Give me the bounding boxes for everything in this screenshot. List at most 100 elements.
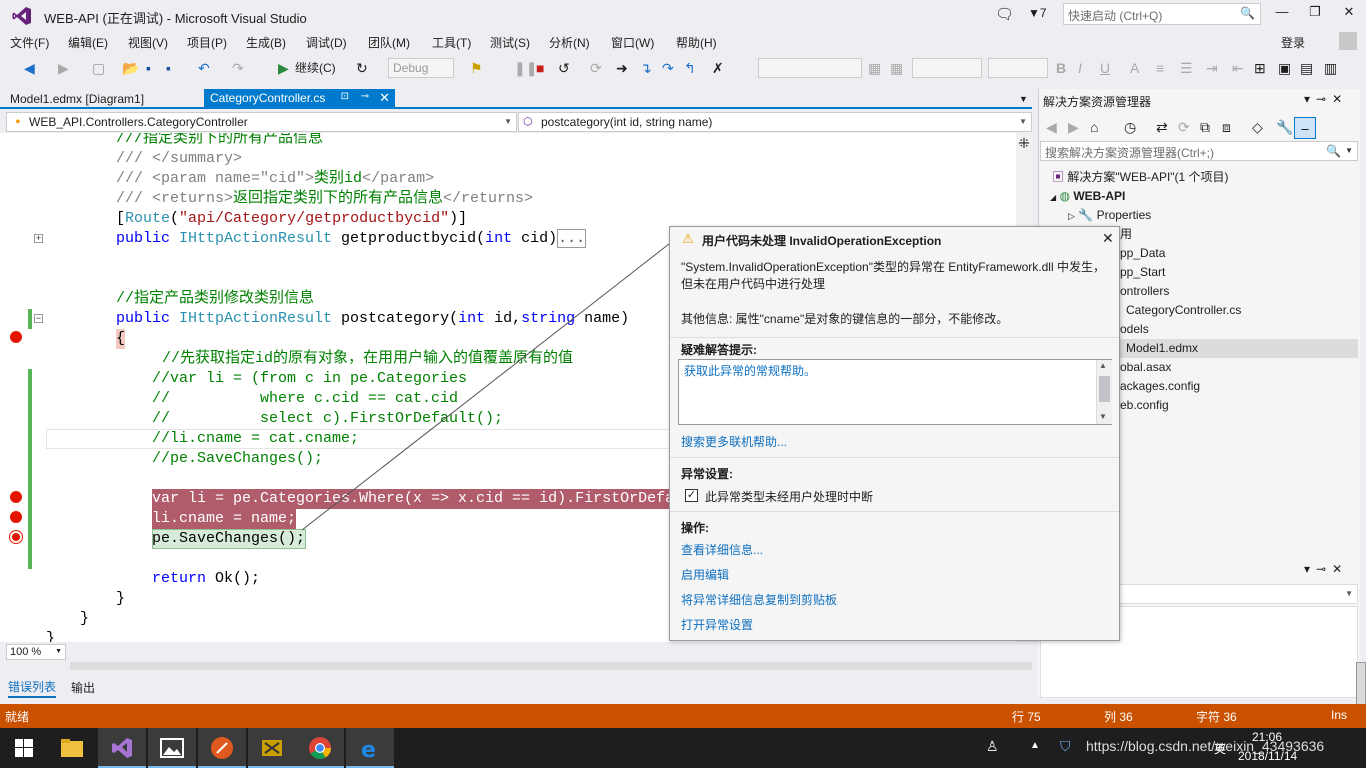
menu-debug[interactable]: 调试(D) [306,34,347,51]
tab-error-list[interactable]: 错误列表 [8,678,57,698]
split-editor-icon[interactable]: ⁜ [1016,135,1032,152]
scroll-thumb[interactable] [1099,376,1110,402]
solution-search-input[interactable]: 搜索解决方案资源管理器(Ctrl+;) 🔍 ▼ [1040,141,1358,161]
align-icon[interactable]: ≡ [1156,58,1164,78]
exception-settings-icon[interactable]: ✗ [712,58,724,78]
tree-item[interactable]: eb.config [1120,396,1169,415]
menu-tools[interactable]: 工具(T) [432,34,471,51]
menu-window[interactable]: 窗口(W) [611,34,654,51]
enable-editing-link[interactable]: 启用编辑 [681,566,729,583]
minimize-button[interactable]: — [1269,4,1295,24]
breakpoint-icon[interactable] [10,511,22,523]
restart-debug-icon[interactable]: ↺ [558,58,570,78]
shield-icon[interactable]: ⛉ [1060,738,1071,755]
preview-icon[interactable]: ⎯ [1294,117,1316,139]
tree-item[interactable]: CategoryController.cs [1126,301,1241,320]
more-help-link[interactable]: 搜索更多联机帮助... [681,433,787,450]
chevron-up-icon[interactable]: ▲ [1030,740,1040,751]
tree-item[interactable]: 用 [1120,225,1132,244]
taskbar-tool-app[interactable] [198,728,246,768]
horizontal-scrollbar[interactable] [70,662,1032,670]
people-icon[interactable]: ♙ [986,738,999,755]
tree-item-project[interactable]: ◢ ◍ WEB-API [1050,187,1125,206]
pin-icon[interactable]: ⊸ [361,91,369,102]
break-on-exception-checkbox[interactable]: ✓ [685,489,698,502]
step-into-icon[interactable]: ↴ [640,58,652,78]
restart-icon[interactable]: ↻ [356,58,368,78]
breakpoint-icon[interactable] [10,331,22,343]
ime-indicator[interactable]: 英 [1214,740,1226,757]
class-navigation-dropdown[interactable]: 🔸 WEB_API.Controllers.CategoryController… [6,112,517,132]
code-view-icon[interactable]: ◇ [1252,117,1263,137]
view-details-link[interactable]: 查看详细信息... [681,541,763,558]
redo-icon[interactable]: ↷ [232,58,244,78]
pin-icon[interactable]: ⊸ [1316,562,1332,576]
home-icon[interactable]: ⌂ [1090,117,1098,137]
outdent-icon[interactable]: ⇤ [1232,58,1244,78]
forward-icon[interactable]: ▶ [1068,117,1079,137]
back-icon[interactable]: ◀ [1046,117,1057,137]
menu-test[interactable]: 测试(S) [490,34,530,51]
tree-item[interactable]: ackages.config [1120,377,1200,396]
threads-icon[interactable]: ⚑ [470,58,483,78]
indent-icon[interactable]: ⇥ [1206,58,1218,78]
save-all-icon[interactable]: ▪ [166,58,171,78]
menu-edit[interactable]: 编辑(E) [68,34,108,51]
show-files-icon[interactable]: ⧈ [1222,117,1231,137]
layout2-icon[interactable]: ▦ [890,58,903,78]
size-select[interactable] [988,58,1048,78]
login-link[interactable]: 登录 [1281,34,1305,51]
collapse-all-icon[interactable]: ⧉ [1200,117,1210,137]
close-icon[interactable]: ✕ [1332,562,1348,576]
continue-button[interactable]: 继续(C) [295,58,336,78]
tree-item-selected[interactable]: Model1.edmx [1126,339,1198,358]
menu-view[interactable]: 视图(V) [128,34,168,51]
table-icon[interactable]: ⊞ [1254,58,1266,78]
sync-icon[interactable]: ⇄ [1156,117,1168,137]
underline-icon[interactable]: U [1100,58,1110,78]
close-tab-icon[interactable]: ✕ [379,90,390,106]
font-select[interactable] [912,58,982,78]
menu-file[interactable]: 文件(F) [10,34,49,51]
chevron-down-icon[interactable]: ▼ [1099,412,1107,421]
bold-icon[interactable]: B [1056,58,1066,78]
user-avatar-icon[interactable] [1339,32,1357,50]
pin-icon[interactable]: ⊸ [1316,92,1332,106]
list-icon[interactable]: ☰ [1180,58,1193,78]
current-statement-breakpoint-icon[interactable] [10,531,22,543]
tree-item[interactable]: pp_Start [1120,263,1165,282]
font-color-icon[interactable]: A [1130,58,1139,78]
restore-button[interactable]: ❐ [1302,4,1328,24]
tab-dropdown-icon[interactable]: ▼ [1019,94,1028,104]
step-out-icon[interactable]: ↰ [684,58,696,78]
menu-project[interactable]: 项目(P) [187,34,227,51]
menu-team[interactable]: 团队(M) [368,34,410,51]
collapse-outline-icon[interactable]: − [34,314,43,323]
save-icon[interactable]: ▪ [146,58,151,78]
breakpoint-icon[interactable] [10,491,22,503]
quick-launch-input[interactable]: 快速启动 (Ctrl+Q) 🔍 [1063,3,1261,25]
tips-scrollbar[interactable]: ▲ ▼ [1096,360,1112,424]
refresh-icon[interactable]: ⟳ [1178,117,1190,137]
back-icon[interactable]: ◀ [24,58,35,78]
chevron-down-icon[interactable]: ▾ [1304,92,1316,106]
expand-outline-icon[interactable]: + [34,234,43,243]
taskbar-edge[interactable]: e [346,728,394,768]
tips-link[interactable]: 获取此异常的常规帮助。 [684,362,816,379]
taskbar-photos[interactable] [148,728,196,768]
new-item-icon[interactable]: ▢ [92,58,105,78]
open-folder-icon[interactable]: 📂 [122,58,139,78]
refresh-icon[interactable]: ⟳ [590,58,602,78]
layout3-icon[interactable]: ▤ [1300,58,1313,78]
copy-details-link[interactable]: 将异常详细信息复制到剪贴板 [681,591,837,608]
menu-help[interactable]: 帮助(H) [676,34,717,51]
tree-item[interactable]: odels [1120,320,1149,339]
process-select[interactable] [758,58,862,78]
show-next-statement-icon[interactable]: ➜ [616,58,628,78]
tree-item-solution[interactable]: ▣ 解决方案"WEB-API"(1 个项目) [1052,168,1229,187]
taskbar-chrome[interactable] [296,728,344,768]
continue-icon[interactable]: ▶ [278,58,289,78]
taskbar-devtools[interactable] [248,728,296,768]
history-icon[interactable]: ◷ [1124,117,1136,137]
member-navigation-dropdown[interactable]: ⬡ postcategory(int id, string name) ▼ [518,112,1032,132]
